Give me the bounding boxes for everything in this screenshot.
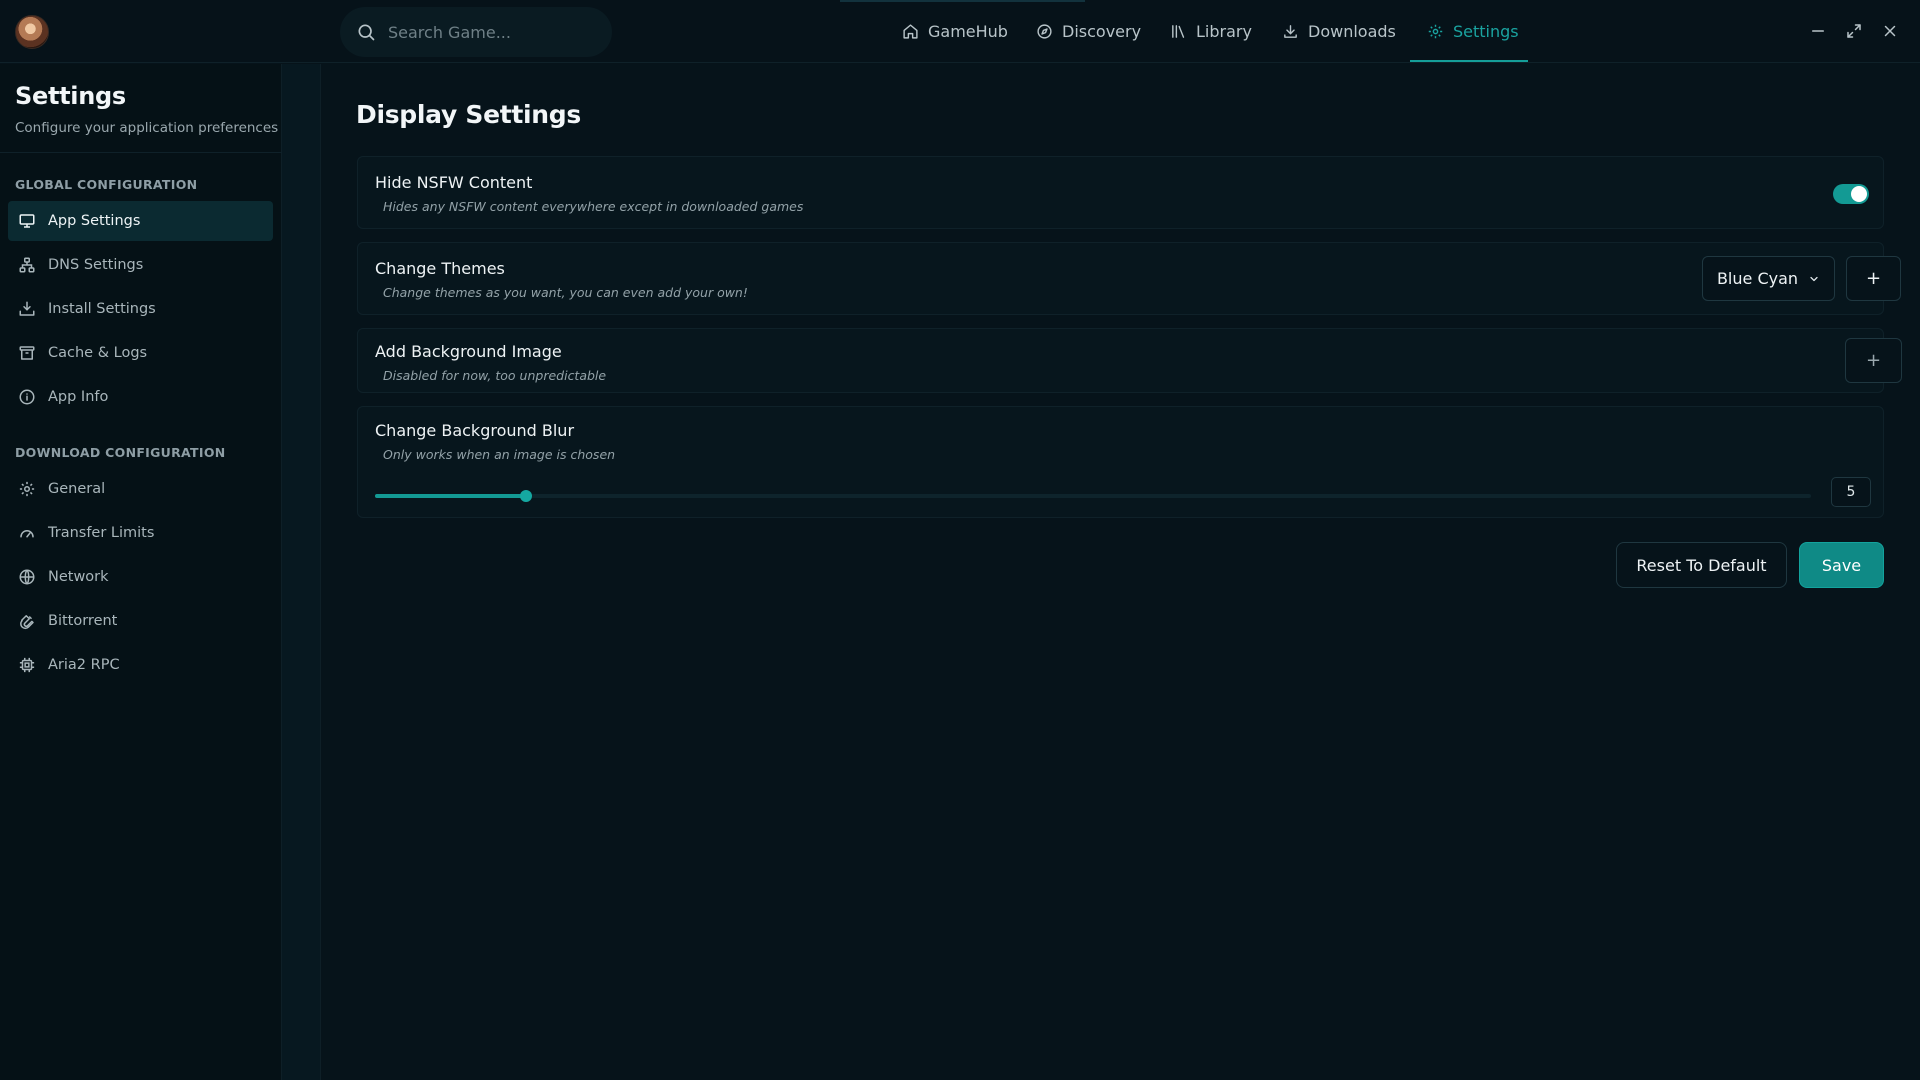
sidebar-divider — [0, 152, 282, 153]
add-theme-button[interactable]: + — [1846, 256, 1901, 301]
setting-card-background-image: Add Background Image Disabled for now, t… — [357, 328, 1902, 393]
sidebar-item-label: Install Settings — [48, 301, 156, 317]
nav-tab-label: Discovery — [1062, 22, 1142, 41]
sidebar-item-general[interactable]: General — [8, 469, 273, 509]
sidebar-item-label: Transfer Limits — [48, 525, 155, 541]
search-input[interactable] — [388, 22, 588, 42]
section-label-global: Global Configuration — [15, 177, 198, 192]
plus-icon: + — [1865, 268, 1882, 289]
nav-tab-settings[interactable]: Settings — [1427, 0, 1519, 63]
settings-content: Display Settings Hide NSFW Content Hides… — [322, 64, 1920, 1080]
globe-icon — [18, 568, 36, 586]
sidebar-item-install-settings[interactable]: Install Settings — [8, 289, 273, 329]
install-icon — [18, 300, 36, 318]
sidebar-item-aria2-rpc[interactable]: Aria2 RPC — [8, 645, 273, 685]
archive-icon — [18, 344, 36, 362]
theme-select-value: Blue Cyan — [1716, 269, 1799, 288]
nav-tab-gamehub[interactable]: GameHub — [902, 0, 1008, 63]
compass-icon — [1036, 23, 1053, 40]
setting-description: Only works when an image is chosen — [383, 447, 616, 462]
sidebar-item-cache-logs[interactable]: Cache & Logs — [8, 333, 273, 373]
setting-title: Change Background Blur — [375, 421, 575, 440]
chevron-down-icon — [1808, 273, 1820, 285]
sidebar-gutter — [282, 64, 321, 1080]
sidebar-item-label: Cache & Logs — [48, 345, 148, 361]
sidebar-item-label: Bittorrent — [48, 613, 118, 629]
sidebar-item-label: App Settings — [48, 213, 141, 229]
info-icon — [18, 388, 36, 406]
download-icon — [1282, 23, 1299, 40]
setting-card-nsfw: Hide NSFW Content Hides any NSFW content… — [357, 156, 1884, 229]
active-tab-indicator — [1410, 60, 1528, 62]
library-icon — [1170, 23, 1187, 40]
page-title: Display Settings — [356, 100, 581, 129]
section-label-download: Download Configuration — [15, 445, 226, 460]
sidebar-subtitle: Configure your application preferences — [15, 120, 279, 136]
network-nodes-icon — [18, 256, 36, 274]
sidebar-header: Settings Configure your application pref… — [15, 82, 278, 136]
minimize-button[interactable] — [1809, 22, 1827, 40]
chip-icon — [18, 656, 36, 674]
slider-thumb[interactable] — [519, 490, 532, 502]
settings-sidebar: Settings Configure your application pref… — [0, 64, 282, 1080]
sidebar-item-network[interactable]: Network — [8, 557, 273, 597]
nav-tab-label: Library — [1196, 22, 1252, 41]
nav-tab-label: GameHub — [928, 22, 1008, 41]
gear-icon — [1427, 23, 1444, 40]
nav-tab-downloads[interactable]: Downloads — [1282, 0, 1396, 63]
sidebar-item-label: General — [48, 481, 106, 497]
sidebar-item-app-info[interactable]: App Info — [8, 377, 273, 417]
nav-tab-label: Settings — [1453, 22, 1519, 41]
magnet-icon — [18, 612, 36, 630]
minimize-icon — [1809, 22, 1827, 40]
nav-tab-label: Downloads — [1308, 22, 1396, 41]
blur-slider[interactable] — [375, 490, 1811, 502]
sidebar-item-dns-settings[interactable]: DNS Settings — [8, 245, 273, 285]
blur-value-input[interactable]: 5 — [1831, 477, 1871, 507]
user-avatar[interactable] — [15, 15, 49, 49]
nsfw-toggle[interactable] — [1833, 184, 1869, 204]
save-button[interactable]: Save — [1799, 542, 1884, 588]
slider-fill — [375, 494, 526, 498]
monitor-icon — [18, 212, 36, 230]
setting-description: Disabled for now, too unpredictable — [383, 368, 607, 383]
sidebar-item-label: Aria2 RPC — [48, 657, 120, 673]
add-background-image-button[interactable]: + — [1845, 338, 1902, 383]
nav-tab-library[interactable]: Library — [1170, 0, 1252, 63]
close-button[interactable] — [1881, 22, 1899, 40]
restore-icon — [1845, 22, 1863, 40]
plus-icon: + — [1865, 350, 1882, 371]
top-bar: GameHub Discovery Library Downloads Sett… — [0, 0, 1920, 63]
setting-title: Change Themes — [375, 259, 505, 278]
theme-select[interactable]: Blue Cyan — [1702, 256, 1835, 301]
setting-title: Hide NSFW Content — [375, 173, 533, 192]
home-icon — [902, 23, 919, 40]
setting-card-background-blur: Change Background Blur Only works when a… — [357, 406, 1884, 518]
sidebar-item-label: Network — [48, 569, 109, 585]
sidebar-item-label: App Info — [48, 389, 109, 405]
restore-button[interactable] — [1845, 22, 1863, 40]
setting-description: Change themes as you want, you can even … — [383, 285, 748, 300]
sidebar-title: Settings — [15, 82, 126, 110]
gear-icon — [18, 480, 36, 498]
reset-to-default-button[interactable]: Reset To Default — [1616, 542, 1787, 588]
setting-title: Add Background Image — [375, 342, 562, 361]
nav-tab-discovery[interactable]: Discovery — [1036, 0, 1141, 63]
setting-description: Hides any NSFW content everywhere except… — [383, 199, 804, 214]
gauge-icon — [18, 524, 36, 542]
sidebar-item-transfer-limits[interactable]: Transfer Limits — [8, 513, 273, 553]
sidebar-item-app-settings[interactable]: App Settings — [8, 201, 273, 241]
sidebar-item-label: DNS Settings — [48, 257, 144, 273]
search-box[interactable] — [340, 7, 612, 57]
search-icon — [356, 22, 376, 42]
sidebar-item-bittorrent[interactable]: Bittorrent — [8, 601, 273, 641]
setting-card-themes: Change Themes Change themes as you want,… — [357, 242, 1901, 315]
close-icon — [1881, 22, 1899, 40]
toggle-knob — [1851, 186, 1867, 202]
